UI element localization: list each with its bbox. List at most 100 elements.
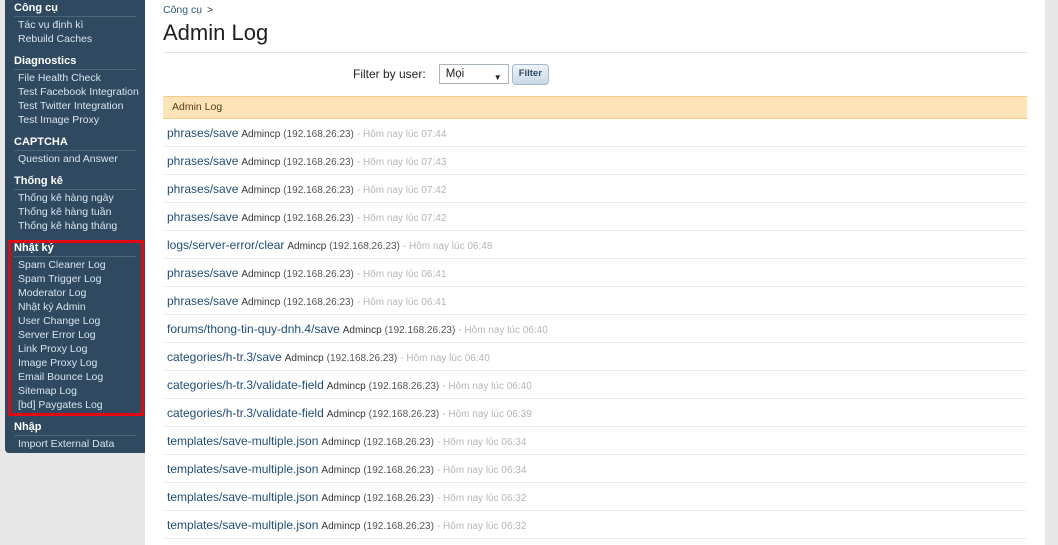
- log-action-link[interactable]: templates/save-multiple.json: [167, 518, 318, 532]
- filter-row: Filter by user: Mọi ▼ Filter: [353, 63, 549, 85]
- sidebar-link[interactable]: User Change Log: [18, 314, 136, 328]
- sidebar-link[interactable]: Spam Trigger Log: [18, 272, 136, 286]
- main-content: Công cụ > Admin Log Filter by user: Mọi …: [145, 0, 1045, 545]
- log-action-link[interactable]: categories/h-tr.3/validate-field: [167, 378, 324, 392]
- sidebar-link[interactable]: Import External Data: [18, 437, 136, 451]
- log-action-link[interactable]: categories/h-tr.3/save: [167, 350, 282, 364]
- sidebar-section: Diagnostics File Health Check Test Faceboo…: [5, 53, 145, 127]
- log-user: Admincp: [284, 353, 324, 364]
- filter-button[interactable]: Filter: [511, 63, 549, 85]
- log-user: Admincp: [326, 409, 366, 420]
- log-ip: (192.168.26.23): [283, 129, 354, 140]
- log-user: Admincp: [241, 269, 281, 280]
- log-row: phrases/save Admincp (192.168.26.23) - Hôm …: [163, 203, 1027, 231]
- sidebar-link[interactable]: Email Bounce Log: [18, 370, 136, 384]
- log-user: Admincp: [241, 157, 281, 168]
- log-user: Admincp: [241, 297, 281, 308]
- sidebar-section-items: File Health Check Test Facebook Integrati…: [14, 70, 139, 127]
- sidebar-section-title: Công cụ: [14, 0, 136, 17]
- sidebar-link[interactable]: Moderator Log: [18, 286, 136, 300]
- log-action-link[interactable]: templates/save-multiple.json: [167, 434, 318, 448]
- sidebar-link[interactable]: Test Image Proxy: [18, 113, 136, 127]
- sidebar-section-title: Diagnostics: [14, 53, 136, 70]
- sidebar-section-title: Nhập: [14, 419, 136, 436]
- log-action-link[interactable]: templates/save-multiple.json: [167, 490, 318, 504]
- log-ip: (192.168.26.23): [329, 241, 400, 252]
- sidebar-section-items: Spam Cleaner Log Spam Trigger Log Moderato…: [14, 257, 136, 412]
- log-user: Admincp: [287, 241, 327, 252]
- log-ip: (192.168.26.23): [326, 353, 398, 364]
- log-ip: (192.168.26.23): [363, 437, 434, 448]
- log-action-link[interactable]: logs/server-error/clear: [167, 238, 284, 252]
- log-row: phrases/save Admincp (192.168.26.23) - Hôm …: [163, 175, 1027, 203]
- sidebar-link[interactable]: Server Error Log: [18, 328, 136, 342]
- log-time: - Hôm nay lúc 06:40: [400, 353, 490, 364]
- sidebar-section-title: CAPTCHA: [14, 134, 136, 151]
- sidebar-link[interactable]: [bd] Paygates Log: [18, 398, 136, 412]
- sidebar-link[interactable]: Thống kê hàng tháng: [18, 219, 136, 233]
- sidebar-link[interactable]: File Health Check: [18, 71, 136, 85]
- log-ip: (192.168.26.23): [283, 185, 354, 196]
- log-time: - Hôm nay lúc 06:34: [436, 465, 527, 476]
- log-ip: (192.168.26.23): [368, 409, 440, 420]
- sidebar-link[interactable]: Thống kê hàng ngày: [18, 191, 136, 205]
- sidebar-link[interactable]: Test Facebook Integration: [18, 85, 139, 99]
- sidebar-link[interactable]: Thống kê hàng tuần: [18, 205, 136, 219]
- log-action-link[interactable]: phrases/save: [167, 294, 238, 308]
- log-action-link[interactable]: phrases/save: [167, 210, 238, 224]
- log-time: - Hôm nay lúc 07:42: [356, 213, 447, 224]
- log-action-link[interactable]: templates/save-multiple.json: [167, 462, 318, 476]
- sidebar-section-title: Nhật ký: [14, 240, 136, 257]
- log-time: - Hôm nay lúc 06:41: [356, 297, 447, 308]
- sidebar-section: Nhập Import External Data: [5, 419, 145, 451]
- page-title: Admin Log: [163, 20, 269, 45]
- user-filter-value: Mọi: [445, 68, 465, 80]
- log-row: phrases/save Admincp (192.168.26.23) - Hôm …: [163, 287, 1027, 315]
- sidebar-link[interactable]: Sitemap Log: [18, 384, 136, 398]
- log-user: Admincp: [342, 325, 382, 336]
- log-user: Admincp: [326, 381, 366, 392]
- user-filter-select[interactable]: Mọi ▼: [438, 64, 509, 84]
- sidebar-link[interactable]: Link Proxy Log: [18, 342, 136, 356]
- sidebar-section-title: Thống kê: [14, 173, 136, 190]
- log-user: Admincp: [321, 465, 361, 476]
- log-ip: (192.168.26.23): [283, 297, 354, 308]
- sidebar-section: CAPTCHA Question and Answer: [5, 134, 145, 166]
- log-time: - Hôm nay lúc 06:41: [356, 269, 447, 280]
- log-row: phrases/save Admincp (192.168.26.23) - Hôm …: [163, 259, 1027, 287]
- log-row: templates/save-multiple.json Admincp (192.…: [163, 427, 1027, 455]
- log-time: - Hôm nay lúc 07:44: [356, 129, 447, 140]
- sidebar-link[interactable]: Question and Answer: [18, 152, 136, 166]
- log-action-link[interactable]: phrases/save: [167, 154, 238, 168]
- sidebar-link[interactable]: Image Proxy Log: [18, 356, 136, 370]
- sidebar-link[interactable]: Test Twitter Integration: [18, 99, 136, 113]
- sidebar-link[interactable]: Spam Cleaner Log: [18, 258, 136, 272]
- log-action-link[interactable]: forums/thong-tin-quy-dnh.4/save: [167, 322, 340, 336]
- log-action-link[interactable]: phrases/save: [167, 126, 238, 140]
- sidebar-link[interactable]: Tác vụ định kì: [18, 18, 136, 32]
- breadcrumb-separator: >: [207, 4, 214, 16]
- log-list: phrases/save Admincp (192.168.26.23) - Hôm …: [163, 119, 1027, 539]
- title-divider: [163, 52, 1027, 53]
- log-time: - Hôm nay lúc 06:40: [458, 325, 548, 336]
- log-ip: (192.168.26.23): [363, 493, 434, 504]
- log-row: phrases/save Admincp (192.168.26.23) - Hôm …: [163, 147, 1027, 175]
- log-ip: (192.168.26.23): [384, 325, 456, 336]
- breadcrumb-link[interactable]: Công cụ: [163, 4, 202, 16]
- log-row: categories/h-tr.3/validate-field Admincp(…: [163, 371, 1027, 399]
- log-ip: (192.168.26.23): [283, 269, 354, 280]
- log-action-link[interactable]: phrases/save: [167, 182, 238, 196]
- log-user: Admincp: [321, 521, 361, 532]
- sidebar-link[interactable]: Nhật ký Admin: [18, 300, 136, 314]
- sidebar-section-items: Thống kê hàng ngày Thống kê hàng tuần Thốn…: [14, 190, 136, 233]
- log-row: categories/h-tr.3/validate-field Admincp(…: [163, 399, 1027, 427]
- sidebar-link[interactable]: Rebuild Caches: [18, 32, 136, 46]
- log-time: - Hôm nay lúc 06:40: [442, 381, 532, 392]
- log-action-link[interactable]: phrases/save: [167, 266, 238, 280]
- log-row: forums/thong-tin-quy-dnh.4/save Admincp (1…: [163, 315, 1027, 343]
- log-ip: (192.168.26.23): [283, 213, 354, 224]
- log-action-link[interactable]: categories/h-tr.3/validate-field: [167, 406, 324, 420]
- chevron-down-icon: ▼: [493, 73, 502, 82]
- log-user: Admincp: [241, 129, 281, 140]
- sidebar-section: Nhật ký Spam Cleaner Log Spam Trigger Log M…: [5, 240, 145, 412]
